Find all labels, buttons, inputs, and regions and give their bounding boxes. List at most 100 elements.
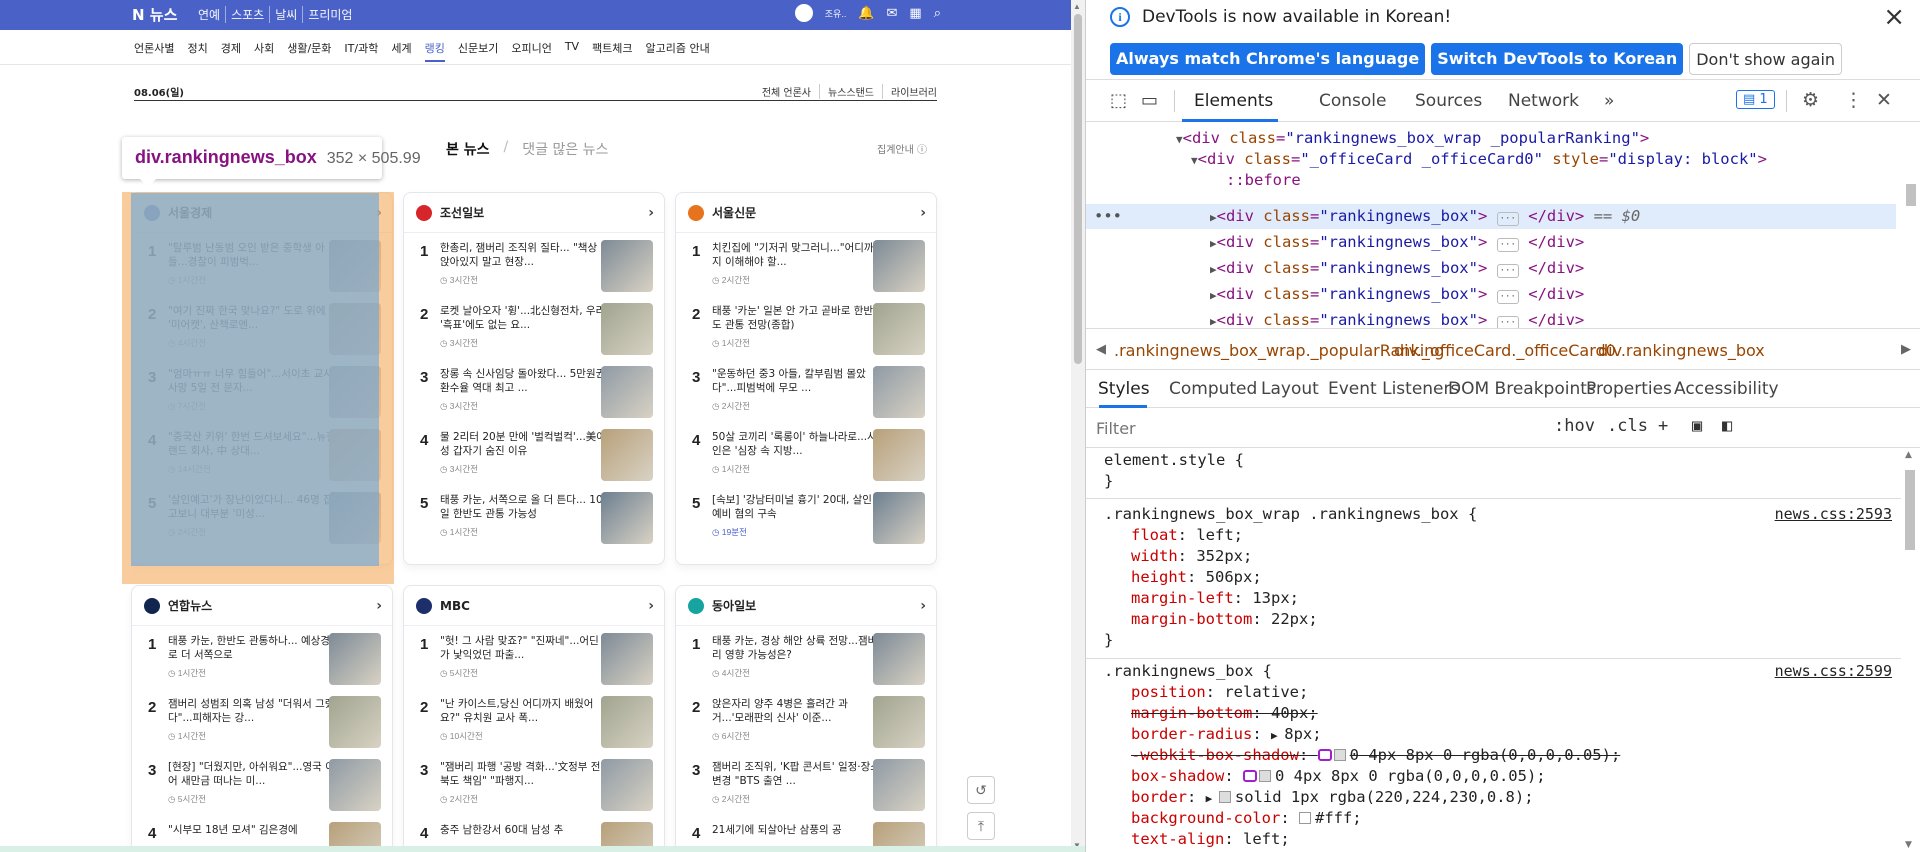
tab-most-commented[interactable]: 댓글 많은 뉴스	[522, 139, 608, 159]
tab-event-listeners[interactable]: Event Listeners	[1328, 379, 1459, 399]
news-title[interactable]: "운동하던 중3 아들, 칼부림범 몰았다"...피범벅에 무모 ...	[712, 367, 880, 395]
category-item[interactable]: 세계	[391, 40, 411, 62]
news-title[interactable]: 로켓 날아오자 '휭'...北신형전차, 우리 '흑표'에도 없는 요...	[440, 304, 608, 332]
chevron-right-icon[interactable]: ›	[376, 598, 382, 614]
css-property[interactable]: margin-bottom	[1131, 610, 1252, 628]
news-thumbnail[interactable]	[873, 633, 925, 685]
link-premium[interactable]: 프리미엄	[302, 6, 357, 23]
css-value[interactable]: 352px;	[1196, 547, 1252, 565]
breadcrumb-right-icon[interactable]: ▶	[1901, 342, 1911, 357]
news-item[interactable]: 3 장롱 속 신사임당 돌아왔다... 5만원권 환수율 역대 최고 ... ◷ 3…	[404, 359, 664, 422]
device-toolbar-icon[interactable]: ▭	[1141, 90, 1158, 111]
news-item[interactable]: 3 "잼버리 파행 '공방 격화...'文정부 전북도 책임" "파행지... ◷ …	[404, 752, 664, 815]
ellipsis-icon[interactable]: ···	[1496, 238, 1519, 252]
avatar-icon[interactable]	[794, 4, 813, 22]
news-item[interactable]: 4 "중국산 키위' 한번 드셔보세요"...뉴질랜드 회사, 中 상대... ◷ …	[132, 422, 392, 485]
news-item[interactable]: 1 치킨집에 "기저귀 맞그러니..."어디까지 이해해야 할... ◷ 2시간전	[676, 233, 936, 296]
close-devtools-icon[interactable]: ✕	[1876, 89, 1892, 111]
category-item[interactable]: 언론사별	[134, 40, 174, 62]
breadcrumb-item[interactable]: div._officeCard._officeCard0	[1394, 341, 1616, 360]
css-declaration[interactable]: height: 506px;	[1131, 567, 1262, 588]
news-title[interactable]: "여기 진짜 한국 맞나요?" 도로 위에 '미어캣', 산책로엔...	[168, 304, 336, 332]
news-thumbnail[interactable]	[873, 492, 925, 544]
css-property[interactable]: -webkit-box-shadow	[1131, 746, 1299, 764]
breadcrumb-left-icon[interactable]: ◀	[1096, 342, 1106, 357]
news-item[interactable]: 1 한총리, 잼버리 조직위 질타... "책상 앉아있지 말고 현장... ◷ 3…	[404, 233, 664, 296]
ranking-help-link[interactable]: 집계안내 ⓘ	[877, 141, 927, 156]
news-title[interactable]: [속보] '강남터미널 흉기' 20대, 살인예비 혐의 구속	[712, 493, 880, 521]
css-property[interactable]: height	[1131, 568, 1187, 586]
dom-node-options-icon[interactable]: •••	[1094, 204, 1122, 229]
ellipsis-icon[interactable]: ···	[1496, 290, 1519, 304]
css-property[interactable]: box-shadow	[1131, 767, 1224, 785]
news-item[interactable]: 2 앉은자리 양주 4병은 흘려간 과거...'모래판의 신사' 이준... ◷ 6…	[676, 689, 936, 752]
news-title[interactable]: "엄마ㅠㅠ 너무 힘들어"...서이초 교사 사망 5일 전 문자...	[168, 367, 336, 395]
css-property[interactable]: width	[1131, 547, 1178, 565]
news-item[interactable]: 2 로켓 날아오자 '휭'...北신형전차, 우리 '흑표'에도 없는 요... ◷…	[404, 296, 664, 359]
ellipsis-icon[interactable]: ···	[1496, 316, 1519, 328]
switch-language-button[interactable]: Switch DevTools to Korean	[1431, 43, 1684, 75]
press-header[interactable]: MBC ›	[404, 586, 664, 626]
css-declaration[interactable]: margin-bottom: 40px;	[1131, 703, 1318, 724]
shadow-editor-icon[interactable]	[1243, 770, 1257, 782]
press-header[interactable]: 연합뉴스 ›	[132, 586, 392, 626]
category-item[interactable]: TV	[565, 40, 579, 62]
shadow-editor-icon[interactable]	[1317, 749, 1332, 761]
color-swatch-icon[interactable]	[1218, 791, 1231, 803]
rule-source-link[interactable]: news.css:2593	[1775, 504, 1892, 525]
news-item[interactable]: 1 "탈루범 난동범 오인 받은 중학생 아들...경찰이 피범벅... ◷ 1시간…	[132, 233, 392, 296]
news-thumbnail[interactable]	[329, 696, 381, 748]
gear-icon[interactable]: ⚙	[1802, 89, 1819, 111]
rule-source-link[interactable]: news.css:2599	[1775, 661, 1892, 682]
press-header[interactable]: 동아일보 ›	[676, 586, 936, 626]
refresh-icon[interactable]: ↺	[967, 776, 995, 804]
css-declaration[interactable]: width: 352px;	[1131, 546, 1252, 567]
category-item[interactable]: 생활/문화	[287, 40, 331, 62]
tab-computed[interactable]: Computed	[1169, 379, 1257, 399]
scroll-down-icon[interactable]: ▼	[1905, 840, 1912, 850]
dom-node-box[interactable]: ▶<div class="rankingnews_box"> ··· </div…	[1210, 282, 1584, 307]
chevron-right-icon[interactable]: ›	[376, 205, 382, 221]
scroll-up-icon[interactable]: ▲	[1905, 450, 1912, 460]
news-item[interactable]: 5 [속보] '강남터미널 흉기' 20대, 살인예비 혐의 구속 ◷ 19분전	[676, 485, 936, 548]
css-property[interactable]: position	[1131, 683, 1206, 701]
news-title[interactable]: 태풍 카눈, 서쪽으로 올 더 튼다... 10일 한반도 관통 가능성	[440, 493, 608, 521]
breadcrumb-item-selected[interactable]: div.rankingnews_box	[1598, 341, 1765, 360]
rule-1[interactable]: .rankingnews_box_wrap .rankingnews_box {…	[1104, 504, 1894, 525]
expand-triangle-icon[interactable]: ▶	[1271, 729, 1284, 742]
news-title[interactable]: 한총리, 잼버리 조직위 질타... "책상 앉아있지 말고 현장...	[440, 241, 608, 269]
css-declaration[interactable]: position: relative;	[1131, 682, 1308, 703]
css-value[interactable]: 13px;	[1252, 589, 1299, 607]
css-value[interactable]: 40px;	[1271, 704, 1318, 722]
news-title[interactable]: 잼버리 성범죄 의혹 남성 "더워서 그랬다"...피해자는 강...	[168, 697, 336, 725]
add-rule-icon[interactable]: +	[1658, 416, 1668, 436]
news-title[interactable]: '살인예고'가 장난이었다니... 46명 잡고보니 대부분 '미성...	[168, 493, 336, 521]
news-title[interactable]: "중국산 키위' 한번 드셔보세요"...뉴질랜드 회사, 中 상대...	[168, 430, 336, 458]
styles-scrollbar[interactable]: ▲ ▼	[1900, 448, 1920, 852]
dom-node-selected[interactable]: ▶<div class="rankingnews_box"> ··· </div…	[1210, 204, 1640, 229]
grid-icon[interactable]: ▦	[909, 5, 921, 21]
styles-filter-input[interactable]	[1096, 416, 1516, 440]
news-item[interactable]: 2 태풍 '카눈' 일본 안 가고 곧바로 한반도 관통 전망(종합) ◷ 1시간전	[676, 296, 936, 359]
ellipsis-icon[interactable]: ···	[1496, 212, 1519, 226]
page-scrollbar[interactable]: ▲ ▼	[1071, 0, 1085, 852]
news-thumbnail[interactable]	[329, 303, 381, 355]
news-title[interactable]: 앉은자리 양주 4병은 흘려간 과거...'모래판의 신사' 이준...	[712, 697, 880, 725]
element-style-rule[interactable]: element.style {	[1104, 450, 1244, 471]
chevron-right-icon[interactable]: ›	[920, 598, 926, 614]
news-item[interactable]: 5 태풍 카눈, 서쪽으로 올 더 튼다... 10일 한반도 관통 가능성 ◷ 1…	[404, 485, 664, 548]
news-item[interactable]: 4 50살 코끼리 '록롱이' 하늘나라로...사인은 '심장 속 지방... ◷ …	[676, 422, 936, 485]
tab-styles[interactable]: Styles	[1098, 379, 1150, 399]
news-thumbnail[interactable]	[329, 240, 381, 292]
css-declaration[interactable]: border-radius: ▶ 8px;	[1131, 724, 1322, 745]
tab-network[interactable]: Network	[1508, 91, 1579, 111]
news-item[interactable]: 3 [현장] "더웠지만, 아쉬워요"...영국 이어 새만금 떠나는 미... ◷…	[132, 752, 392, 815]
news-thumbnail[interactable]	[329, 633, 381, 685]
news-thumbnail[interactable]	[601, 759, 653, 811]
tab-elements[interactable]: Elements	[1194, 91, 1273, 111]
inspect-element-icon[interactable]: ⬚	[1110, 90, 1127, 111]
news-item[interactable]: 3 잼버리 조직위, 'K팝 콘서트' 일정·장소 변경 "BTS 출연 ... ◷…	[676, 752, 936, 815]
news-title[interactable]: "잼버리 파행 '공방 격화...'文정부 전북도 책임" "파행지...	[440, 760, 608, 788]
chevron-right-icon[interactable]: ›	[648, 598, 654, 614]
tab-console[interactable]: Console	[1319, 91, 1387, 111]
